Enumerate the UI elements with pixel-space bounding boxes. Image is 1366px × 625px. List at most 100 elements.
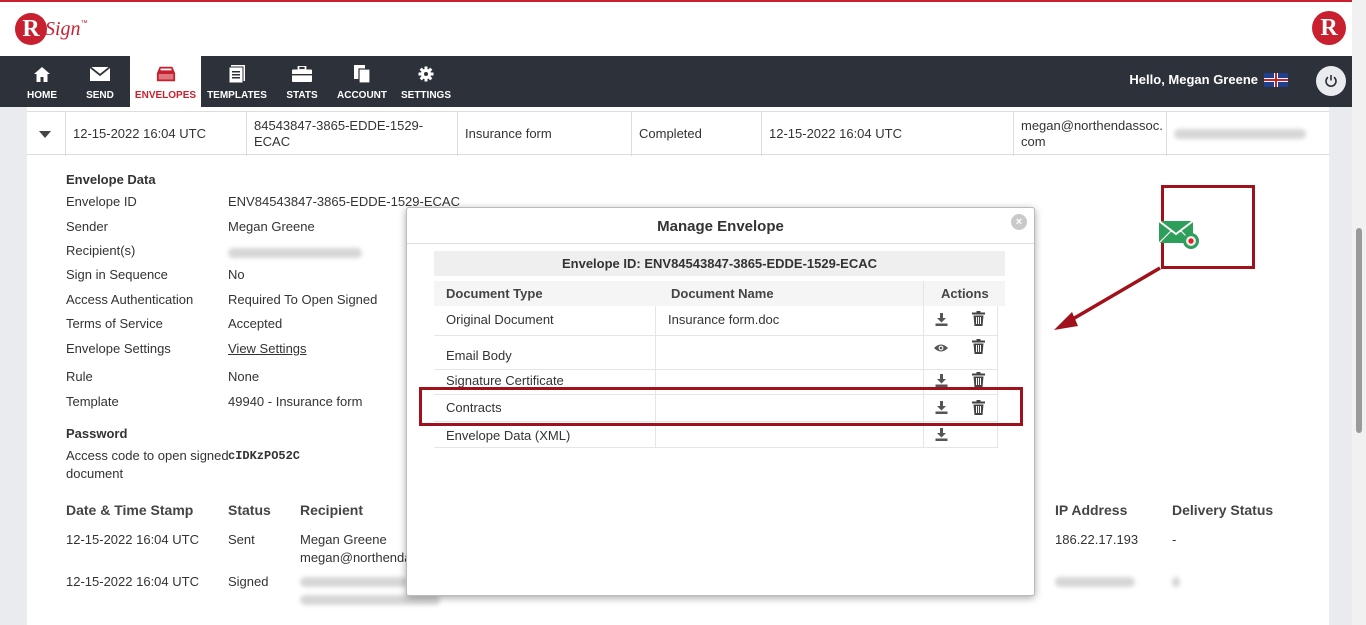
field-label-recipients: Recipient(s) — [66, 243, 136, 258]
header-actions: Actions — [941, 286, 989, 301]
manage-envelope-modal: Manage Envelope × Envelope ID: ENV845438… — [406, 207, 1035, 596]
history-row-2-ip — [1055, 575, 1135, 590]
history-row-1-status: Sent — [228, 532, 255, 547]
history-row-1-date: 12-15-2022 16:04 UTC — [66, 532, 199, 547]
row-envelope-xml-type: Envelope Data (XML) — [446, 428, 571, 443]
nav-home-label: HOME — [27, 90, 57, 101]
logo-tm: ™ — [80, 19, 88, 27]
modal-envelope-id: Envelope ID: ENV84543847-3865-EDDE-1529-… — [434, 251, 1005, 276]
user-greeting[interactable]: Hello, Megan Greene — [1129, 72, 1288, 87]
inbox-icon — [156, 65, 176, 83]
envelope-status: Completed — [631, 112, 761, 156]
history-row-2-date: 12-15-2022 16:04 UTC — [66, 574, 199, 589]
history-row-2-delivery — [1172, 575, 1180, 590]
row-signature-cert-type: Signature Certificate — [446, 373, 564, 388]
field-label-envelope-id: Envelope ID — [66, 194, 137, 209]
access-code-value: cIDKzPO52C — [228, 449, 301, 463]
field-label-access-auth: Access Authentication — [66, 292, 194, 307]
modal-title: Manage Envelope — [657, 218, 784, 235]
envelope-row[interactable]: 12-15-2022 16:04 UTC 84543847-3865-EDDE-… — [27, 111, 1329, 156]
field-value-terms: Accepted — [228, 316, 283, 331]
gear-icon — [416, 65, 436, 83]
nav-account-label: ACCOUNT — [337, 90, 387, 101]
account-icon — [352, 65, 372, 83]
history-row-1-ip: 186.22.17.193 — [1055, 532, 1139, 547]
header-document-name: Document Name — [671, 286, 774, 301]
briefcase-icon — [292, 65, 312, 83]
history-row-1-recipient-email: megan@northenda — [300, 550, 412, 565]
row-original-name: Insurance form.doc — [668, 312, 780, 327]
history-row-2-status: Signed — [228, 574, 269, 589]
nav-stats-label: STATS — [286, 90, 318, 101]
download-icon[interactable] — [934, 427, 948, 441]
rpost-logo[interactable]: R — [1312, 11, 1346, 45]
header-document-type: Document Type — [446, 286, 543, 301]
nav-templates-label: TEMPLATES — [207, 90, 267, 101]
close-icon[interactable]: × — [1011, 214, 1027, 230]
eye-icon[interactable] — [934, 341, 948, 355]
envelope-sent-date: 12-15-2022 16:04 UTC — [65, 112, 246, 156]
field-value-sender: Megan Greene — [228, 219, 315, 234]
nav-send[interactable]: SEND — [74, 56, 126, 107]
templates-icon — [227, 65, 247, 83]
trash-icon[interactable] — [971, 310, 985, 326]
nav-settings-label: SETTINGS — [400, 90, 451, 101]
annotation-arrow — [1054, 266, 1161, 330]
manage-envelope-icon[interactable] — [1158, 218, 1203, 255]
trash-icon[interactable] — [971, 338, 985, 354]
nav-home[interactable]: HOME — [14, 56, 70, 107]
top-bar: R Sign ™ R — [0, 0, 1352, 56]
history-header-date: Date & Time Stamp — [66, 502, 194, 518]
envelope-sender-email: megan@northendassoc. com — [1013, 112, 1166, 156]
history-row-1-delivery: - — [1172, 532, 1177, 547]
field-label-template: Template — [66, 394, 119, 409]
rsign-logo[interactable]: R Sign ™ — [15, 9, 88, 49]
nav-stats[interactable]: STATS — [277, 56, 327, 107]
history-header-recipient: Recipient — [300, 502, 364, 518]
nav-envelopes[interactable]: ENVELOPES — [130, 56, 201, 107]
trash-icon[interactable] — [971, 371, 985, 387]
history-header-ip: IP Address — [1055, 502, 1128, 518]
collapse-caret-icon[interactable] — [39, 131, 51, 138]
logo-word: Sign — [45, 17, 81, 40]
uk-flag-icon[interactable] — [1264, 72, 1288, 87]
table-row — [434, 336, 998, 370]
field-label-sender: Sender — [66, 219, 108, 234]
envelope-code: 84543847-3865-EDDE-1529-ECAC — [246, 112, 457, 156]
field-label-envelope-settings: Envelope Settings — [66, 341, 171, 356]
view-settings-link[interactable]: View Settings — [228, 341, 307, 356]
nav-settings[interactable]: SETTINGS — [400, 56, 452, 107]
annotation-contracts-box — [419, 387, 1023, 426]
field-label-rule: Rule — [66, 369, 93, 384]
nav-envelopes-label: ENVELOPES — [134, 90, 197, 101]
logo-r-mark: R — [15, 13, 47, 45]
row-email-body-type: Email Body — [446, 348, 512, 363]
history-row-1-recipient: Megan Greene — [300, 532, 387, 547]
field-label-terms: Terms of Service — [66, 316, 163, 331]
field-label-sign-sequence: Sign in Sequence — [66, 267, 168, 282]
field-value-recipients — [228, 246, 362, 261]
envelope-completed-date: 12-15-2022 16:04 UTC — [761, 112, 1013, 156]
envelope-recipient-email — [1166, 112, 1329, 156]
field-value-access-auth: Required To Open Signed — [228, 292, 378, 307]
nav-send-label: SEND — [86, 90, 114, 101]
page-scrollbar[interactable] — [1352, 0, 1366, 625]
field-value-rule: None — [228, 369, 260, 384]
greeting-text: Hello, Megan Greene — [1129, 72, 1258, 87]
scrollbar-thumb[interactable] — [1356, 228, 1362, 433]
access-code-label: Access code to open signed — [66, 448, 229, 463]
history-header-status: Status — [228, 502, 271, 518]
modal-divider — [407, 243, 1034, 244]
envelope-icon — [90, 65, 110, 83]
home-icon — [32, 65, 52, 83]
main-nav: HOME SEND ENVELOPES TEMPLATES STATS ACCO… — [0, 56, 1352, 107]
download-icon[interactable] — [934, 312, 948, 326]
row-original-type: Original Document — [446, 312, 554, 327]
download-icon[interactable] — [934, 373, 948, 387]
history-header-delivery: Delivery Status — [1172, 502, 1274, 518]
nav-templates[interactable]: TEMPLATES — [205, 56, 269, 107]
logout-button[interactable] — [1316, 66, 1346, 96]
power-icon — [1325, 75, 1337, 87]
nav-account[interactable]: ACCOUNT — [336, 56, 388, 107]
field-value-template: 49940 - Insurance form — [228, 394, 363, 409]
